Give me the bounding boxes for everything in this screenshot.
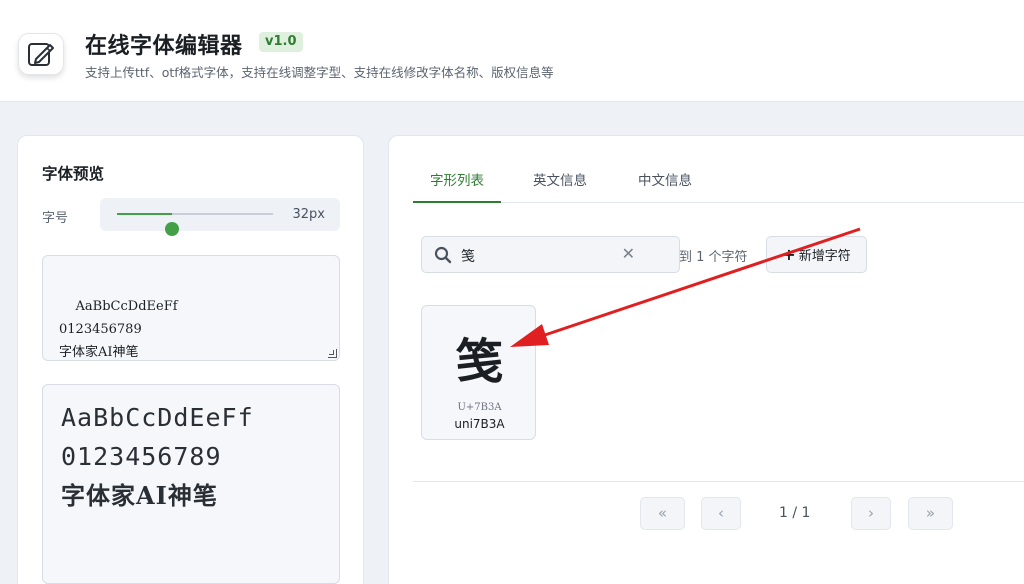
preview-text-value: AaBbCcDdEeFf 0123456789 字体家AI神笔 xyxy=(59,299,178,360)
slider-thumb[interactable] xyxy=(164,222,179,236)
result-count: 到 1 个字符 xyxy=(679,250,748,265)
glyph-search-input[interactable]: 笺 ✕ xyxy=(421,236,680,273)
next-page-button[interactable]: › xyxy=(851,497,891,530)
glyph-unicode: U+7B3A xyxy=(457,402,502,413)
tab-glyph-list[interactable]: 字形列表 xyxy=(413,169,501,203)
preview-text-input[interactable]: AaBbCcDdEeFf 0123456789 字体家AI神笔 xyxy=(42,255,340,361)
glyph-name: uni7B3A xyxy=(454,417,505,431)
plus-icon: + xyxy=(782,245,796,264)
divider xyxy=(413,481,1024,482)
last-page-button[interactable]: » xyxy=(908,497,953,530)
add-character-button[interactable]: + 新增字符 xyxy=(766,236,867,273)
app-title: 在线字体编辑器 xyxy=(85,34,243,59)
app-header: 在线字体编辑器 v1.0 支持上传ttf、otf格式字体，支持在线调整字型、支持… xyxy=(0,0,1024,102)
preview-title: 字体预览 xyxy=(42,165,105,183)
prev-page-button[interactable]: ‹ xyxy=(701,497,741,530)
slider-track[interactable] xyxy=(117,213,273,236)
tab-english-info[interactable]: 英文信息 xyxy=(533,169,587,203)
search-value: 笺 xyxy=(461,249,475,265)
page-indicator: 1 / 1 xyxy=(779,505,811,521)
close-icon[interactable]: ✕ xyxy=(622,244,635,263)
glyph-card[interactable]: 笺 U+7B3A uni7B3A xyxy=(421,305,536,440)
add-character-label: 新增字符 xyxy=(798,249,851,264)
search-icon xyxy=(434,246,452,264)
font-preview-panel: 字体预览 字号 32px AaBbCcDdEeFf 0123456789 字体家… xyxy=(17,135,364,584)
font-render-preview: AaBbCcDdEeFf 0123456789 字体家AI神笔 xyxy=(42,384,340,584)
render-line-cjk: 字体家AI神笔 xyxy=(61,481,218,510)
render-line-digits: 0123456789 xyxy=(61,442,222,471)
tab-chinese-info[interactable]: 中文信息 xyxy=(638,169,692,203)
app-subtitle: 支持上传ttf、otf格式字体，支持在线调整字型、支持在线修改字体名称、版权信息… xyxy=(85,65,554,80)
edit-pencil-icon xyxy=(28,43,54,66)
slider-fill xyxy=(117,213,172,215)
version-badge: v1.0 xyxy=(259,32,303,52)
glyph-editor-panel: 字形列表 英文信息 中文信息 笺 ✕ 到 1 个字符 + 新增字符 笺 U+7B… xyxy=(388,135,1024,584)
resize-handle-icon[interactable] xyxy=(328,349,337,358)
app-logo xyxy=(18,33,64,75)
render-line-latin: AaBbCcDdEeFf xyxy=(61,403,254,432)
font-size-slider[interactable]: 32px xyxy=(100,198,340,236)
glyph-preview: 笺 xyxy=(455,334,504,390)
font-size-value: 32px xyxy=(292,207,326,222)
font-size-label: 字号 xyxy=(42,211,69,226)
tab-bar: 字形列表 英文信息 中文信息 xyxy=(413,136,1024,203)
first-page-button[interactable]: « xyxy=(640,497,685,530)
